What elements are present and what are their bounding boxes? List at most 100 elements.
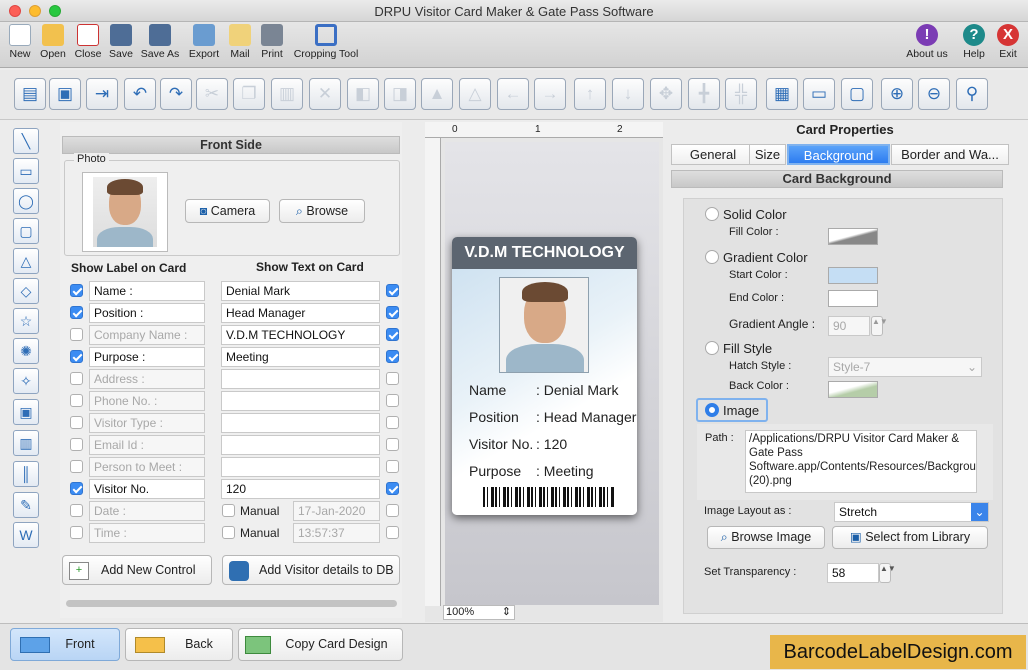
show-label-checkbox[interactable]: [70, 306, 83, 319]
copy-icon[interactable]: ❐: [233, 78, 265, 110]
show-label-checkbox[interactable]: [70, 416, 83, 429]
about-us-button[interactable]: ! About us: [904, 24, 950, 60]
move-left-icon[interactable]: ←: [497, 78, 529, 110]
label-field[interactable]: Email Id :: [89, 435, 205, 455]
card-company[interactable]: V.D.M TECHNOLOGY: [452, 237, 637, 269]
zoom-select[interactable]: 100% ⇕: [443, 605, 515, 620]
label-field[interactable]: Time :: [89, 523, 205, 543]
fill-style-radio[interactable]: [705, 341, 719, 355]
camera-button[interactable]: ◙ Camera: [185, 199, 270, 223]
value-field[interactable]: [221, 435, 380, 455]
back-button[interactable]: Back: [125, 628, 233, 661]
cut-icon[interactable]: ✂: [196, 78, 228, 110]
value-field[interactable]: 17-Jan-2020: [293, 501, 380, 521]
help-button[interactable]: ? Help: [960, 24, 988, 60]
library-tool-icon[interactable]: ▥: [13, 430, 39, 456]
background-image-icon[interactable]: ▣: [49, 78, 81, 110]
show-text-checkbox[interactable]: [386, 438, 399, 451]
rectangle-tool-icon[interactable]: ▭: [13, 158, 39, 184]
solid-color-radio[interactable]: [705, 207, 719, 221]
preview-icon[interactable]: ⚲: [956, 78, 988, 110]
value-field[interactable]: Denial Mark: [221, 281, 380, 301]
show-label-checkbox[interactable]: [70, 460, 83, 473]
photo-thumbnail[interactable]: [82, 172, 168, 252]
image-tool-icon[interactable]: ▣: [13, 399, 39, 425]
mail-button[interactable]: Mail: [227, 24, 253, 60]
grid-icon[interactable]: ▦: [766, 78, 798, 110]
barcode-tool-icon[interactable]: ║: [13, 461, 39, 487]
show-label-checkbox[interactable]: [70, 328, 83, 341]
value-field[interactable]: [221, 391, 380, 411]
shape-tool-icon[interactable]: ✧: [13, 368, 39, 394]
card-photo[interactable]: [499, 277, 589, 373]
fill-color-swatch[interactable]: [828, 228, 878, 245]
value-field[interactable]: 120: [221, 479, 380, 499]
label-field[interactable]: Visitor Type :: [89, 413, 205, 433]
show-text-checkbox[interactable]: [386, 350, 399, 363]
browse-image-button[interactable]: ⌕ Browse Image: [707, 526, 825, 549]
ellipse-tool-icon[interactable]: ◯: [13, 188, 39, 214]
move-right-icon[interactable]: →: [534, 78, 566, 110]
card-field-key[interactable]: Visitor No.: [469, 436, 533, 452]
visitor-card[interactable]: V.D.M TECHNOLOGY Name: Denial Mark Positi…: [452, 237, 637, 515]
manual-checkbox[interactable]: [222, 526, 235, 539]
show-text-checkbox[interactable]: [386, 526, 399, 539]
value-field[interactable]: [221, 369, 380, 389]
ruler-icon[interactable]: ▭: [803, 78, 835, 110]
exit-button[interactable]: X Exit: [994, 24, 1022, 60]
export-button[interactable]: Export: [186, 24, 222, 60]
show-label-checkbox[interactable]: [70, 350, 83, 363]
close-button[interactable]: Close: [71, 24, 105, 60]
card-field-value[interactable]: : Denial Mark: [536, 382, 618, 398]
tab-general[interactable]: General: [671, 144, 755, 165]
center-icon[interactable]: ✥: [650, 78, 682, 110]
back-color-swatch[interactable]: [828, 381, 878, 398]
wordart-tool-icon[interactable]: W: [13, 522, 39, 548]
tab-border[interactable]: Border and Wa...: [891, 144, 1009, 165]
actual-size-icon[interactable]: ▢: [841, 78, 873, 110]
show-label-checkbox[interactable]: [70, 438, 83, 451]
value-field[interactable]: [221, 457, 380, 477]
move-down-icon[interactable]: ↓: [612, 78, 644, 110]
card-field-key[interactable]: Purpose: [469, 463, 521, 479]
path-textarea[interactable]: /Applications/DRPU Visitor Card Maker & …: [745, 430, 977, 493]
browse-button[interactable]: ⌕ Browse: [279, 199, 365, 223]
end-color-swatch[interactable]: [828, 290, 878, 307]
cropping-tool-button[interactable]: Cropping Tool: [291, 24, 361, 60]
print-button[interactable]: Print: [258, 24, 286, 60]
label-field[interactable]: Phone No. :: [89, 391, 205, 411]
card-barcode[interactable]: [479, 484, 619, 510]
transparency-stepper-icon[interactable]: ▲▼: [879, 563, 896, 583]
select-from-library-button[interactable]: ▣ Select from Library: [832, 526, 988, 549]
value-field[interactable]: [221, 413, 380, 433]
signature-tool-icon[interactable]: ✎: [13, 492, 39, 518]
transparency-input[interactable]: 58: [827, 563, 879, 583]
rounded-rect-tool-icon[interactable]: ▢: [13, 218, 39, 244]
send-backward-icon[interactable]: ◨: [384, 78, 416, 110]
hatch-style-select[interactable]: Style-7 ⌄: [828, 357, 982, 377]
tab-background[interactable]: Background: [787, 144, 890, 165]
diamond-tool-icon[interactable]: ◇: [13, 278, 39, 304]
stepper-icon[interactable]: ▲▼: [871, 316, 888, 336]
move-up-icon[interactable]: ↑: [574, 78, 606, 110]
delete-icon[interactable]: ✕: [309, 78, 341, 110]
show-text-checkbox[interactable]: [386, 460, 399, 473]
zoom-out-icon[interactable]: ⊖: [918, 78, 950, 110]
show-label-checkbox[interactable]: [70, 372, 83, 385]
tab-size[interactable]: Size: [749, 144, 786, 165]
star-tool-icon[interactable]: ☆: [13, 308, 39, 334]
line-tool-icon[interactable]: ╲: [13, 128, 39, 154]
undo-icon[interactable]: ↶: [124, 78, 156, 110]
add-new-control-button[interactable]: + Add New Control: [62, 555, 212, 585]
show-label-checkbox[interactable]: [70, 526, 83, 539]
show-text-checkbox[interactable]: [386, 482, 399, 495]
open-button[interactable]: Open: [38, 24, 68, 60]
label-field[interactable]: Position :: [89, 303, 205, 323]
label-field[interactable]: Date :: [89, 501, 205, 521]
card-field-value[interactable]: : 120: [536, 436, 567, 452]
card-export-icon[interactable]: ⇥: [86, 78, 118, 110]
properties-icon[interactable]: ▤: [14, 78, 46, 110]
copy-card-design-button[interactable]: Copy Card Design: [238, 628, 403, 661]
gradient-color-radio[interactable]: [705, 250, 719, 264]
front-button[interactable]: Front: [10, 628, 120, 661]
